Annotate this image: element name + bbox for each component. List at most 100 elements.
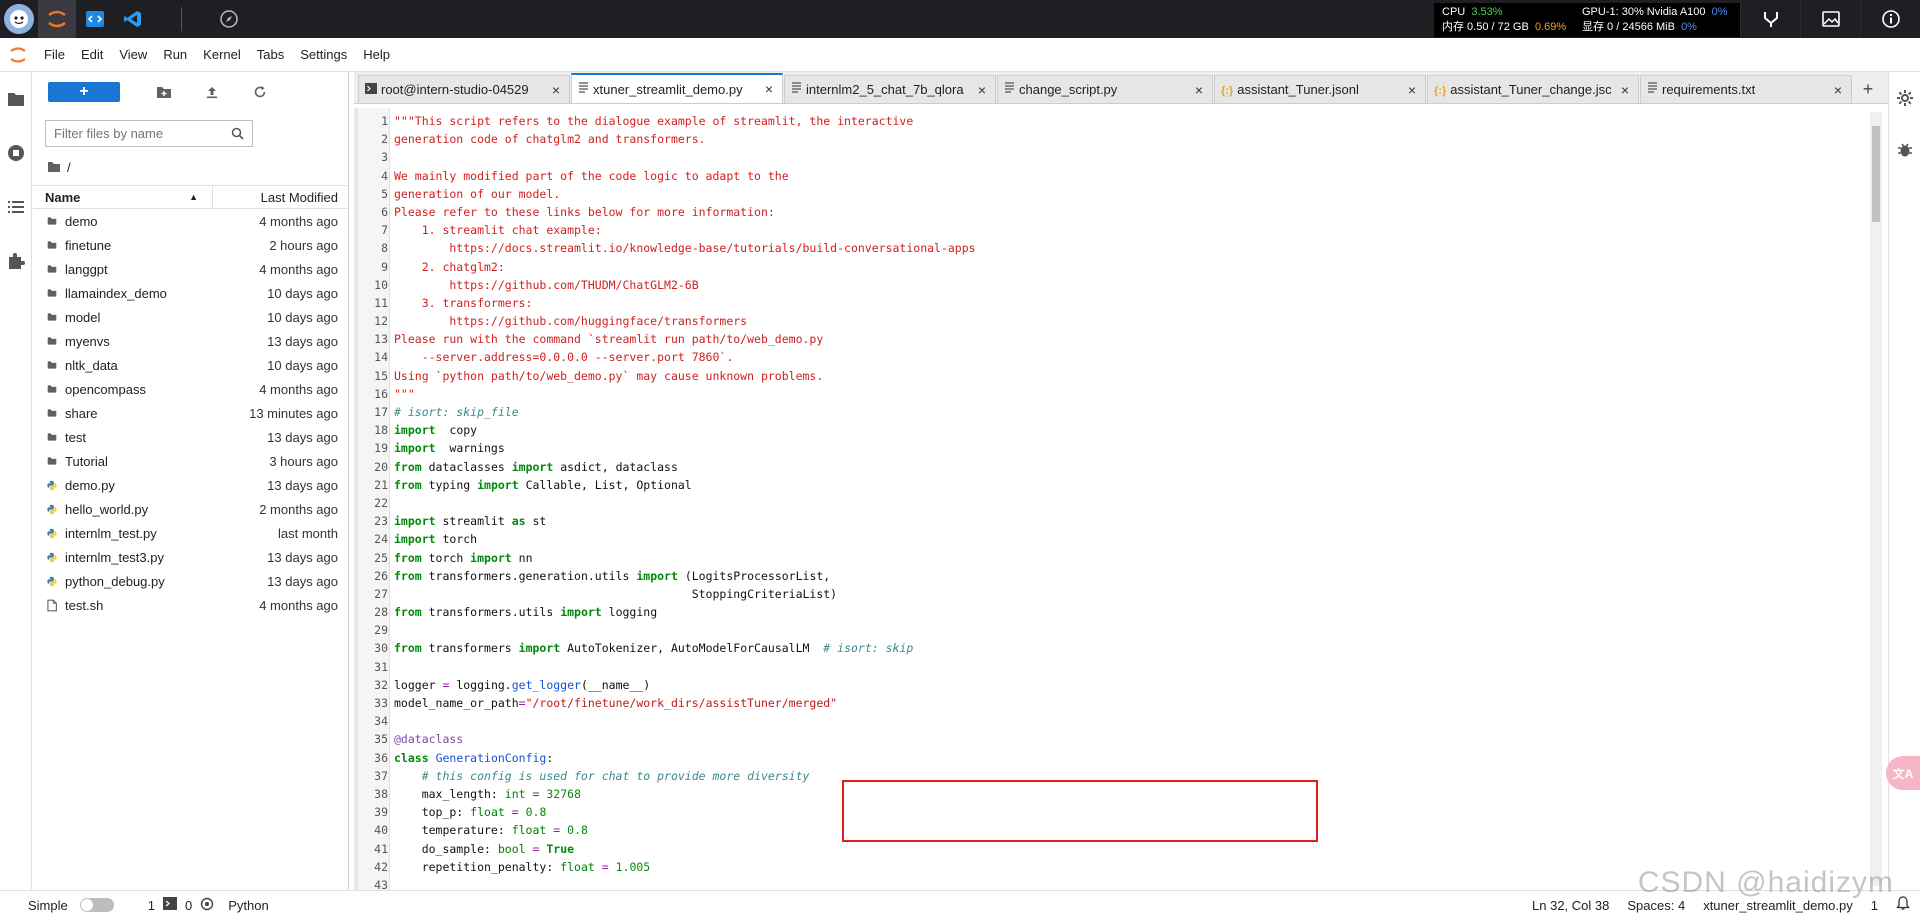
scrollbar-thumb[interactable] <box>1872 126 1880 222</box>
file-list-item[interactable]: demo 4 months ago <box>33 209 348 233</box>
menu-help[interactable]: Help <box>355 47 398 62</box>
code-line[interactable]: 24 import torch <box>374 530 1874 548</box>
menu-run[interactable]: Run <box>155 47 195 62</box>
code-line[interactable]: 18 import copy <box>374 421 1874 439</box>
editor-tab[interactable]: xtuner_streamlit_demo.py × <box>571 73 783 103</box>
code-line[interactable]: 13 Please run with the command `streamlit… <box>374 330 1874 348</box>
breadcrumb-root[interactable]: / <box>67 160 71 175</box>
file-list-item[interactable]: hello_world.py 2 months ago <box>33 497 348 521</box>
code-line[interactable]: 21 from typing import Callable, List, Opt… <box>374 476 1874 494</box>
code-line[interactable]: 9 2. chatglm2: <box>381 258 1874 276</box>
toc-tab[interactable] <box>0 180 32 234</box>
code-line[interactable]: 36 class GenerationConfig: <box>374 749 1874 767</box>
code-line[interactable]: 5 generation of our model. <box>381 185 1874 203</box>
close-icon[interactable]: × <box>1831 82 1845 98</box>
code-line[interactable]: 25 from torch import nn <box>374 549 1874 567</box>
code-line[interactable]: 19 import warnings <box>374 439 1874 457</box>
cursor-position[interactable]: Ln 32, Col 38 <box>1532 898 1609 913</box>
code-line[interactable]: 26 from transformers.generation.utils imp… <box>374 567 1874 585</box>
add-tab-button[interactable]: + <box>1853 75 1883 103</box>
code-line[interactable]: 4 We mainly modified part of the code log… <box>381 167 1874 185</box>
code-line[interactable]: 3 <box>381 148 1874 166</box>
new-launcher-button[interactable]: + <box>48 82 120 102</box>
code-editor[interactable]: 1 """This script refers to the dialogue e… <box>354 108 1888 892</box>
studio-logo[interactable] <box>0 0 38 38</box>
code-line[interactable]: 22 <box>374 494 1874 512</box>
close-icon[interactable]: × <box>975 82 989 98</box>
file-list-item[interactable]: model 10 days ago <box>33 305 348 329</box>
code-line[interactable]: 41 do_sample: bool = True <box>374 840 1874 858</box>
code-line[interactable]: 2 generation code of chatglm2 and transfo… <box>381 130 1874 148</box>
file-list-item[interactable]: langgpt 4 months ago <box>33 257 348 281</box>
editor-tab[interactable]: {:} assistant_Tuner.jsonl × <box>1214 75 1426 103</box>
menu-file[interactable]: File <box>36 47 73 62</box>
file-list-item[interactable]: nltk_data 10 days ago <box>33 353 348 377</box>
debugger-tab[interactable] <box>1889 124 1920 176</box>
file-list-item[interactable]: internlm_test.py last month <box>33 521 348 545</box>
file-browser-tab[interactable] <box>0 72 32 126</box>
code-line[interactable]: 16 """ <box>374 385 1874 403</box>
menu-edit[interactable]: Edit <box>73 47 111 62</box>
column-modified[interactable]: Last Modified <box>213 190 348 205</box>
code-line[interactable]: 17 # isort: skip_file <box>374 403 1874 421</box>
file-filter[interactable] <box>45 120 253 147</box>
file-list-item[interactable]: finetune 2 hours ago <box>33 233 348 257</box>
close-icon[interactable]: × <box>1405 82 1419 98</box>
editor-tab[interactable]: requirements.txt × <box>1640 75 1852 103</box>
upload-button[interactable] <box>188 85 236 99</box>
fork-button[interactable] <box>1740 0 1800 38</box>
menu-kernel[interactable]: Kernel <box>195 47 249 62</box>
file-list-item[interactable]: test 13 days ago <box>33 425 348 449</box>
code-line[interactable]: 6 Please refer to these links below for m… <box>381 203 1874 221</box>
code-line[interactable]: 27 StoppingCriteriaList) <box>374 585 1874 603</box>
bell-icon[interactable] <box>1896 896 1910 914</box>
file-list-item[interactable]: share 13 minutes ago <box>33 401 348 425</box>
refresh-button[interactable] <box>236 85 284 99</box>
new-folder-button[interactable] <box>140 85 188 99</box>
simple-mode-toggle[interactable] <box>79 898 114 912</box>
editor-tab[interactable]: root@intern-studio-04529 × <box>358 75 570 103</box>
file-list-item[interactable]: llamaindex_demo 10 days ago <box>33 281 348 305</box>
code-line[interactable]: 29 <box>374 621 1874 639</box>
code-line[interactable]: 34 <box>374 712 1874 730</box>
code-line[interactable]: 15 Using `python path/to/web_demo.py` may… <box>374 367 1874 385</box>
close-icon[interactable]: × <box>549 82 563 98</box>
column-name[interactable]: Name ▲ <box>33 185 213 209</box>
code-line[interactable]: 31 <box>374 658 1874 676</box>
file-list-item[interactable]: opencompass 4 months ago <box>33 377 348 401</box>
file-list-item[interactable]: test.sh 4 months ago <box>33 593 348 617</box>
menu-tabs[interactable]: Tabs <box>249 47 292 62</box>
close-icon[interactable]: × <box>762 81 776 97</box>
code-line[interactable]: 28 from transformers.utils import logging <box>374 603 1874 621</box>
menu-settings[interactable]: Settings <box>292 47 355 62</box>
code-line[interactable]: 33 model_name_or_path="/root/finetune/wor… <box>374 694 1874 712</box>
kernel-name[interactable]: Python <box>228 898 268 913</box>
kernel-count[interactable]: 0 <box>185 898 192 913</box>
image-button[interactable] <box>1800 0 1860 38</box>
file-list-item[interactable]: Tutorial 3 hours ago <box>33 449 348 473</box>
close-icon[interactable]: × <box>1192 82 1206 98</box>
code-line[interactable]: 23 import streamlit as st <box>374 512 1874 530</box>
code-line[interactable]: 7 1. streamlit chat example: <box>381 221 1874 239</box>
property-inspector-tab[interactable] <box>1889 72 1920 124</box>
menu-view[interactable]: View <box>111 47 155 62</box>
file-list-item[interactable]: internlm_test3.py 13 days ago <box>33 545 348 569</box>
code-line[interactable]: 11 3. transformers: <box>374 294 1874 312</box>
code-line[interactable]: 30 from transformers import AutoTokenizer… <box>374 639 1874 657</box>
code-content[interactable]: 1 """This script refers to the dialogue e… <box>374 112 1874 894</box>
editor-tab[interactable]: internlm2_5_chat_7b_qlora × <box>784 75 996 103</box>
code-line[interactable]: 1 """This script refers to the dialogue e… <box>381 112 1874 130</box>
extensions-tab[interactable] <box>0 234 32 288</box>
jupyter-app-icon[interactable] <box>38 0 76 38</box>
code-line[interactable]: 35 @dataclass <box>374 730 1874 748</box>
editor-tab[interactable]: {:} assistant_Tuner_change.jsc × <box>1427 75 1639 103</box>
file-list-item[interactable]: demo.py 13 days ago <box>33 473 348 497</box>
vertical-scrollbar[interactable] <box>1870 112 1882 886</box>
file-filter-input[interactable] <box>54 126 224 141</box>
code-line[interactable]: 14 --server.address=0.0.0.0 --server.por… <box>374 348 1874 366</box>
editor-tab[interactable]: change_script.py × <box>997 75 1213 103</box>
code-app-icon[interactable] <box>76 0 114 38</box>
close-icon[interactable]: × <box>1618 82 1632 98</box>
info-button[interactable] <box>1860 0 1920 38</box>
vscode-app-icon[interactable] <box>114 0 152 38</box>
